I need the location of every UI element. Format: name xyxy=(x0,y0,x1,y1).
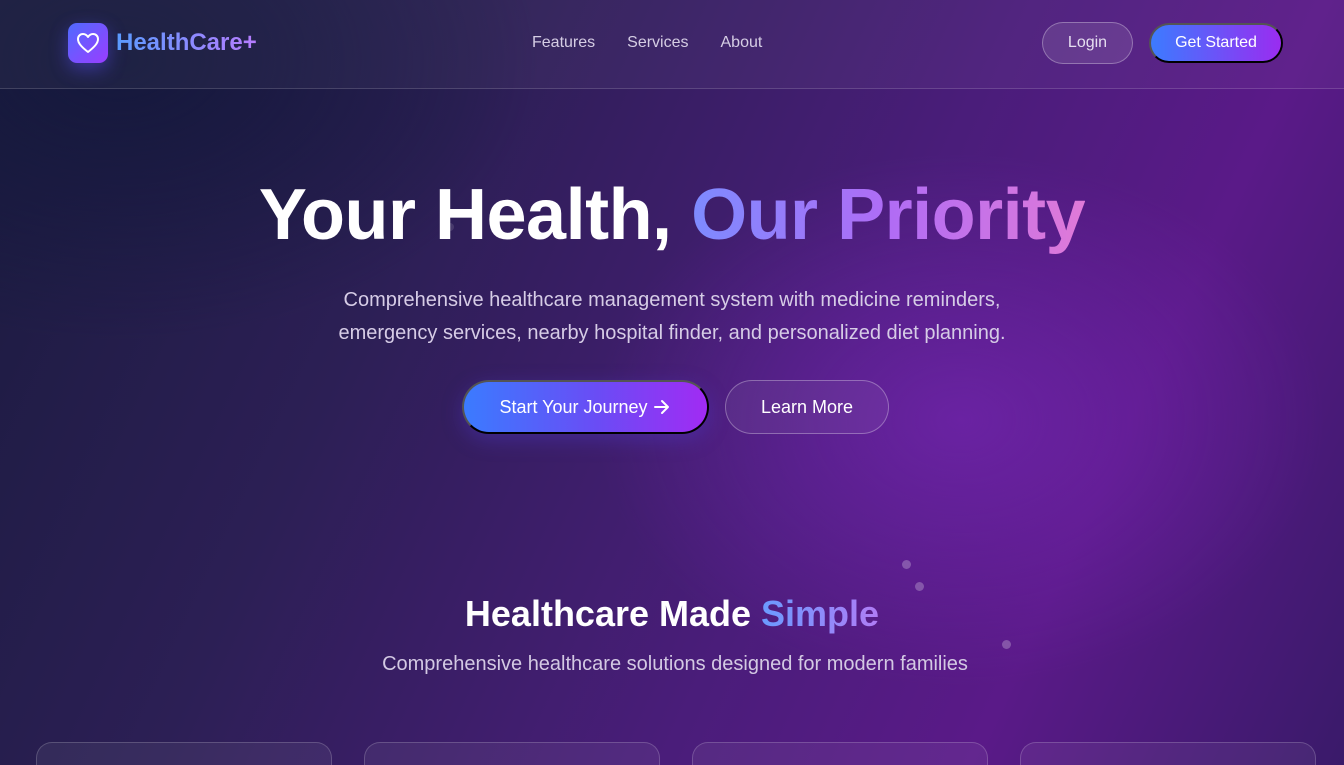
nav-links: Features Services About xyxy=(532,33,794,53)
brand-name: HealthCare+ xyxy=(116,29,257,56)
feature-card[interactable] xyxy=(364,742,660,765)
feature-card[interactable] xyxy=(36,742,332,765)
nav-link-about[interactable]: About xyxy=(721,33,763,53)
hero-title: Your Health, Our Priority xyxy=(0,172,1344,258)
section-title-accent: Simple xyxy=(761,593,880,634)
start-journey-label: Start Your Journey xyxy=(499,396,648,417)
section-title: Healthcare Made Simple xyxy=(0,592,1344,636)
login-button[interactable]: Login xyxy=(1042,22,1133,64)
feature-card[interactable] xyxy=(692,742,988,765)
hero-subtitle: Comprehensive healthcare management syst… xyxy=(0,284,1344,350)
decorative-dot xyxy=(1002,640,1011,649)
hero-subtitle-line1: Comprehensive healthcare management syst… xyxy=(343,289,1001,311)
decorative-dot xyxy=(915,582,924,591)
hero-title-accent: Our Priority xyxy=(691,175,1086,255)
section-title-main: Healthcare Made xyxy=(464,593,762,634)
decorative-dot xyxy=(902,560,911,569)
get-started-button[interactable]: Get Started xyxy=(1149,23,1283,63)
arrow-right-icon xyxy=(652,398,672,416)
brand-logo[interactable]: HealthCare+ xyxy=(68,23,257,63)
hero-title-main: Your Health, xyxy=(258,175,692,255)
hero-subtitle-line2: emergency services, nearby hospital find… xyxy=(338,322,1006,344)
nav-link-features[interactable]: Features xyxy=(532,33,595,53)
section-subtitle: Comprehensive healthcare solutions desig… xyxy=(382,653,968,675)
feature-card[interactable] xyxy=(1020,742,1316,765)
start-journey-button[interactable]: Start Your Journey xyxy=(462,380,709,434)
heart-icon xyxy=(68,23,108,63)
learn-more-button[interactable]: Learn More xyxy=(725,380,889,434)
nav-link-services[interactable]: Services xyxy=(627,33,688,53)
navbar: HealthCare+ Features Services About Logi… xyxy=(0,0,1344,89)
